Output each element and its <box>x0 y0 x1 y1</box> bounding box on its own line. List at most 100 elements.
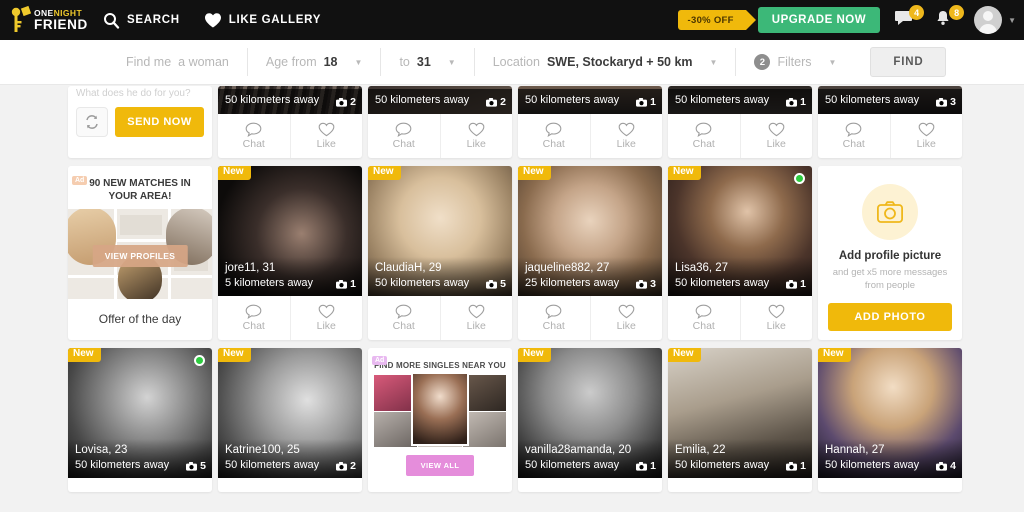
chat-action[interactable]: Chat <box>518 114 591 158</box>
chat-action[interactable]: Chat <box>368 114 441 158</box>
profile-name: ClaudiaH, 29 <box>375 261 442 274</box>
like-action[interactable]: Like <box>891 114 963 158</box>
profile-card-lovisa[interactable]: New Lovisa, 23 50 kilometers away 5 <box>68 348 212 492</box>
chat-action[interactable]: Chat <box>818 114 891 158</box>
filters-count-badge: 2 <box>754 54 771 70</box>
camera-icon <box>636 279 648 289</box>
chat-bubble-icon <box>245 304 262 319</box>
like-action[interactable]: Like <box>441 114 513 158</box>
profile-photo[interactable]: New Katrine100, 25 50 kilometers away 2 <box>218 348 362 478</box>
site-logo[interactable]: ONENIGHT FRIEND <box>10 5 87 35</box>
like-action[interactable]: Like <box>441 296 513 340</box>
heart-outline-icon <box>918 122 935 137</box>
photo-count-value: 1 <box>800 460 806 472</box>
like-action[interactable]: Like <box>741 296 813 340</box>
filters-field[interactable]: 2 Filters ▼ <box>736 48 854 76</box>
send-now-button[interactable]: SEND NOW <box>115 107 204 137</box>
profile-card-jore11[interactable]: New jore11, 31 5 kilometers away 1 Chat <box>218 166 362 340</box>
profile-card-top-2[interactable]: 50 kilometers away 2 Chat Like <box>368 86 512 158</box>
like-action[interactable]: Like <box>741 114 813 158</box>
chat-bubble-icon <box>695 304 712 319</box>
profile-card-katrine100[interactable]: New Katrine100, 25 50 kilometers away 2 <box>218 348 362 492</box>
upgrade-now-button[interactable]: UPGRADE NOW <box>757 7 881 33</box>
profile-photo[interactable]: 50 kilometers away 3 <box>818 86 962 114</box>
ad-thumbnail-grid <box>374 372 506 447</box>
profile-photo[interactable]: New jore11, 31 5 kilometers away 1 <box>218 166 362 296</box>
age-from-chevron-down-icon[interactable]: ▼ <box>355 58 363 67</box>
age-to-value: 31 <box>416 55 431 69</box>
chat-action[interactable]: Chat <box>518 296 591 340</box>
new-badge: New <box>668 166 701 180</box>
chat-action[interactable]: Chat <box>218 114 291 158</box>
like-action[interactable]: Like <box>591 114 663 158</box>
like-action[interactable]: Like <box>291 296 363 340</box>
chat-action[interactable]: Chat <box>368 296 441 340</box>
profile-card-top-1[interactable]: 50 kilometers away 2 Chat Like <box>218 86 362 158</box>
age-from-field[interactable]: Age from 18 ▼ <box>248 48 382 76</box>
chat-action-label: Chat <box>692 320 715 332</box>
chat-action-label: Chat <box>392 138 415 150</box>
filters-chevron-down-icon[interactable]: ▼ <box>828 58 836 67</box>
profile-photo[interactable]: New Lovisa, 23 50 kilometers away 5 <box>68 348 212 478</box>
profile-photo[interactable]: New vanilla28amanda, 20 50 kilometers aw… <box>518 348 662 478</box>
add-photo-button[interactable]: ADD PHOTO <box>828 302 952 331</box>
add-photo-title: Add profile picture <box>838 250 942 262</box>
like-action[interactable]: Like <box>591 296 663 340</box>
chat-action[interactable]: Chat <box>668 296 741 340</box>
profile-overlay-info: jaqueline882, 27 25 kilometers away <box>518 256 662 296</box>
location-chevron-down-icon[interactable]: ▼ <box>710 58 718 67</box>
profile-card-hannah[interactable]: New Hannah, 27 50 kilometers away 4 <box>818 348 962 492</box>
profile-card-emilia[interactable]: New Emilia, 22 50 kilometers away 1 <box>668 348 812 492</box>
add-photo-subtitle: and get x5 more messages from people <box>832 267 948 291</box>
new-badge: New <box>68 348 101 362</box>
profile-photo[interactable]: New Lisa36, 27 50 kilometers away 1 <box>668 166 812 296</box>
age-to-chevron-down-icon[interactable]: ▼ <box>448 58 456 67</box>
nav-like-gallery[interactable]: LIKE GALLERY <box>204 11 321 29</box>
messages-count-badge: 4 <box>909 5 925 20</box>
profile-photo[interactable]: 50 kilometers away 2 <box>368 86 512 114</box>
refresh-icon[interactable] <box>76 107 108 137</box>
offer-of-the-day-card[interactable]: Ad 90 NEW MATCHES IN YOUR AREA! VIEW PRO… <box>68 166 212 340</box>
chat-action[interactable]: Chat <box>218 296 291 340</box>
view-profiles-button[interactable]: VIEW PROFILES <box>92 244 188 267</box>
age-to-field[interactable]: to 31 ▼ <box>381 48 475 76</box>
photo-count-value: 4 <box>950 460 956 472</box>
profile-card-jaqueline882[interactable]: New jaqueline882, 27 25 kilometers away … <box>518 166 662 340</box>
camera-icon <box>936 461 948 471</box>
nav-search[interactable]: SEARCH <box>102 11 180 29</box>
like-action[interactable]: Like <box>291 114 363 158</box>
messages-button[interactable]: 4 <box>894 5 925 33</box>
profile-photo[interactable]: New jaqueline882, 27 25 kilometers away … <box>518 166 662 296</box>
profile-photo[interactable]: New ClaudiaH, 29 50 kilometers away 5 <box>368 166 512 296</box>
photo-count-value: 1 <box>800 278 806 290</box>
profile-photo[interactable]: 50 kilometers away 2 <box>218 86 362 114</box>
ad-featured-thumb <box>411 372 469 446</box>
profile-photo[interactable]: New Hannah, 27 50 kilometers away 4 <box>818 348 962 478</box>
user-avatar[interactable] <box>974 6 1003 34</box>
find-button[interactable]: FIND <box>870 47 947 77</box>
profile-card-top-5[interactable]: 50 kilometers away 3 Chat Like <box>818 86 962 158</box>
profile-photo[interactable]: New Emilia, 22 50 kilometers away 1 <box>668 348 812 478</box>
profile-photo[interactable]: 50 kilometers away 1 <box>668 86 812 114</box>
profile-card-vanilla28amanda[interactable]: New vanilla28amanda, 20 50 kilometers aw… <box>518 348 662 492</box>
profile-card-top-4[interactable]: 50 kilometers away 1 Chat Like <box>668 86 812 158</box>
location-field[interactable]: Location SWE, Stockaryd + 50 km ▼ <box>475 48 737 76</box>
photo-count: 1 <box>636 460 656 472</box>
account-menu-chevron-down-icon[interactable]: ▼ <box>1008 16 1016 25</box>
find-me-field[interactable]: Find me a woman <box>108 48 248 76</box>
notifications-button[interactable]: 8 <box>934 5 965 33</box>
profile-card-claudiah[interactable]: New ClaudiaH, 29 50 kilometers away 5 Ch… <box>368 166 512 340</box>
profile-name-value: jore11 <box>225 261 257 274</box>
view-all-button[interactable]: VIEW ALL <box>406 455 474 476</box>
camera-icon <box>486 97 498 107</box>
profile-card-top-3[interactable]: 50 kilometers away 1 Chat Like <box>518 86 662 158</box>
chat-bubble-icon <box>395 304 412 319</box>
profile-card-lisa36[interactable]: New Lisa36, 27 50 kilometers away 1 Chat <box>668 166 812 340</box>
chat-action-label: Chat <box>242 320 265 332</box>
profile-photo[interactable]: 50 kilometers away 1 <box>518 86 662 114</box>
like-action-label: Like <box>466 138 486 150</box>
promo-discount-badge[interactable]: -30% OFF <box>677 10 757 30</box>
chat-action[interactable]: Chat <box>668 114 741 158</box>
find-more-singles-ad-card[interactable]: Ad FIND MORE SINGLES NEAR YOU VIEW ALL <box>368 348 512 492</box>
profile-overlay-info: jore11, 31 5 kilometers away <box>218 256 362 296</box>
